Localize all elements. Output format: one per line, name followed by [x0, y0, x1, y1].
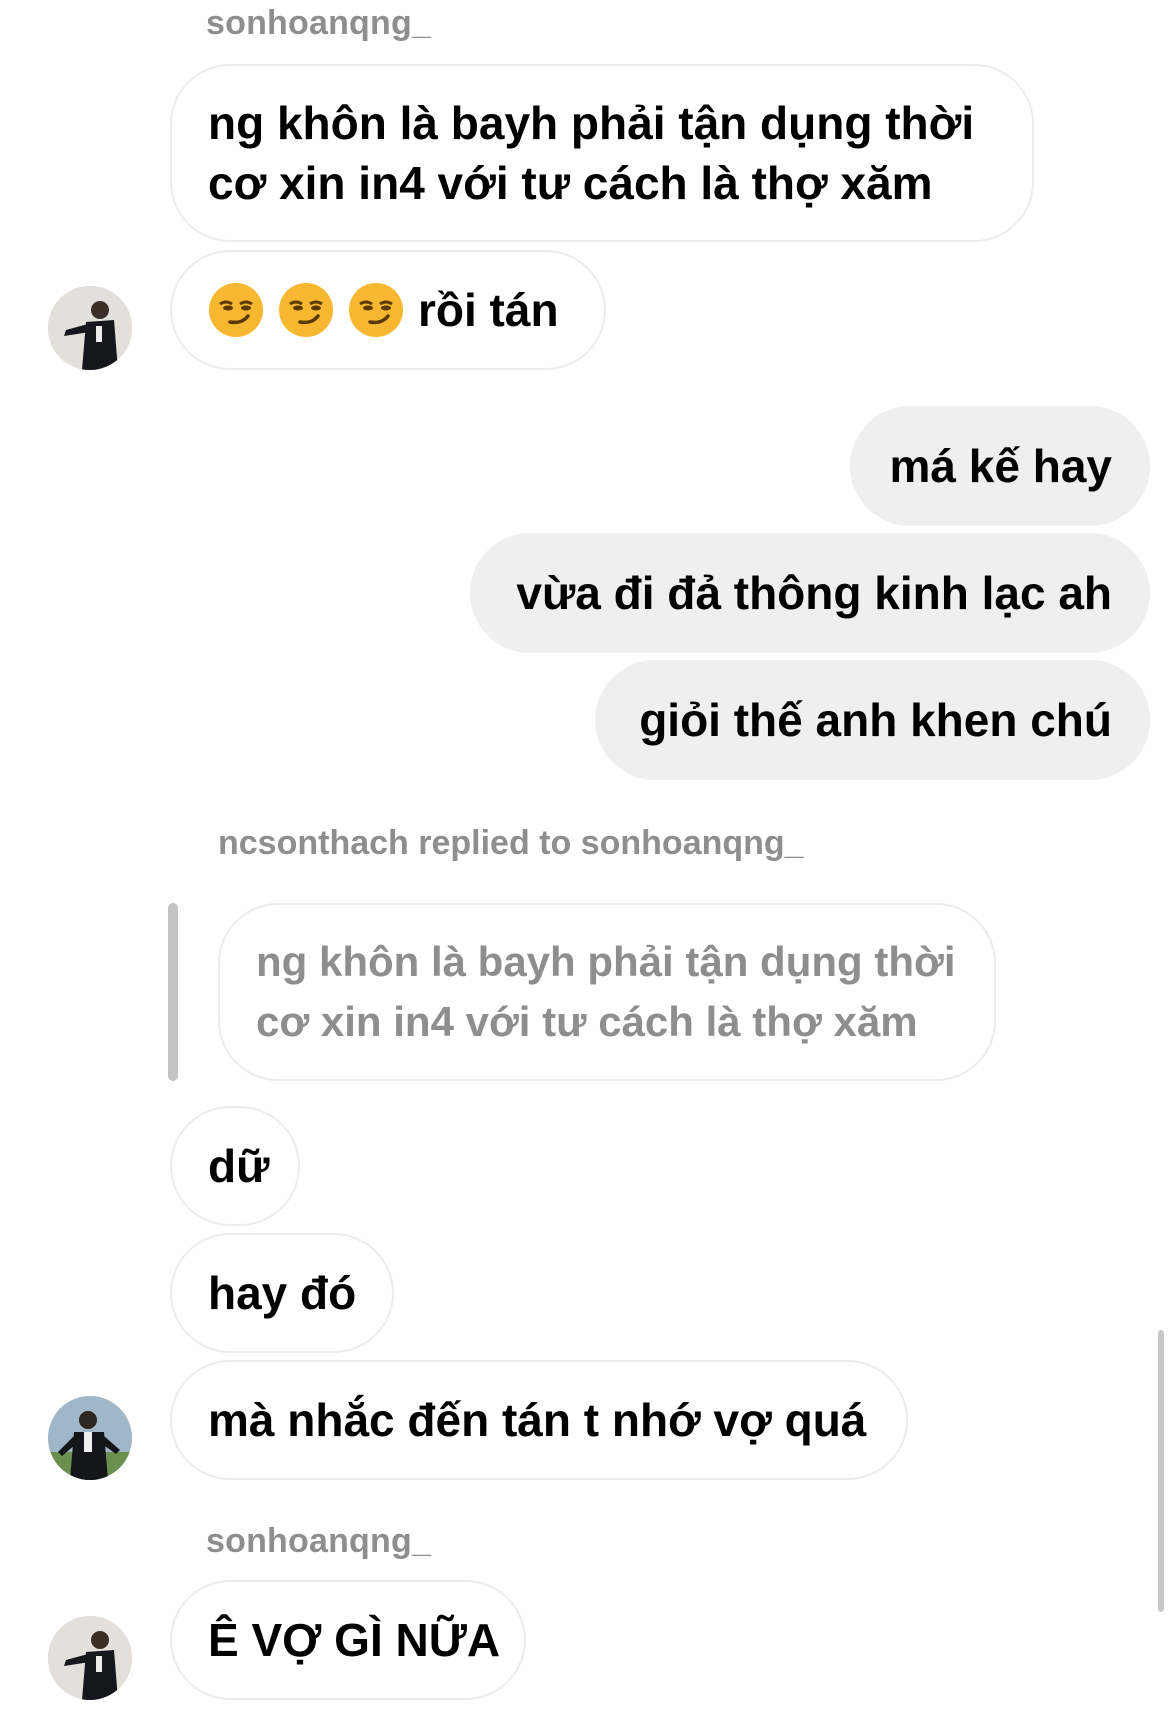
outgoing-message[interactable]: giỏi thế anh khen chú [595, 660, 1150, 780]
sender-name: sonhoanqng_ [206, 1522, 432, 1560]
outgoing-message[interactable]: má kế hay [850, 406, 1150, 526]
message-text-line: cơ xin in4 với tư cách là thợ xăm [208, 157, 933, 209]
smirking-face-icon [348, 282, 404, 338]
message-text: mà nhắc đến tán t nhớ vợ quá [208, 1394, 867, 1446]
incoming-message[interactable]: mà nhắc đến tán t nhớ vợ quá [170, 1360, 908, 1480]
avatar[interactable] [48, 1396, 132, 1480]
incoming-message[interactable]: hay đó [170, 1233, 394, 1353]
smirking-face-icon [208, 282, 264, 338]
outgoing-message[interactable]: vừa đi đả thông kinh lạc ah [470, 533, 1150, 653]
quoted-message[interactable]: ng khôn là bayh phải tận dụng thời cơ xi… [218, 903, 996, 1081]
sender-name: sonhoanqng_ [206, 4, 432, 42]
incoming-message[interactable]: Ê VỢ GÌ NỮA [170, 1580, 526, 1700]
message-text: dữ [208, 1140, 270, 1192]
message-text: vừa đi đả thông kinh lạc ah [516, 567, 1112, 619]
incoming-message[interactable]: ng khôn là bayh phải tận dụng thời cơ xi… [170, 64, 1034, 242]
message-text: rồi tán [418, 284, 559, 336]
incoming-message[interactable]: rồi tán [170, 250, 606, 370]
reply-label: ncsonthach replied to sonhoanqng_ [218, 824, 804, 862]
message-text: má kế hay [889, 440, 1112, 492]
reply-indicator-bar [168, 903, 178, 1081]
message-text-line: ng khôn là bayh phải tận dụng thời [208, 97, 975, 149]
message-text: giỏi thế anh khen chú [639, 694, 1112, 746]
avatar[interactable] [48, 286, 132, 370]
message-text: Ê VỢ GÌ NỮA [208, 1614, 501, 1666]
scrollbar[interactable] [1158, 1330, 1164, 1612]
quoted-text-line: ng khôn là bayh phải tận dụng thời [256, 938, 956, 985]
smirking-face-icon [278, 282, 334, 338]
message-text: hay đó [208, 1267, 357, 1319]
avatar[interactable] [48, 1616, 132, 1700]
quoted-text-line: cơ xin in4 với tư cách là thợ xăm [256, 998, 918, 1045]
incoming-message[interactable]: dữ [170, 1106, 300, 1226]
